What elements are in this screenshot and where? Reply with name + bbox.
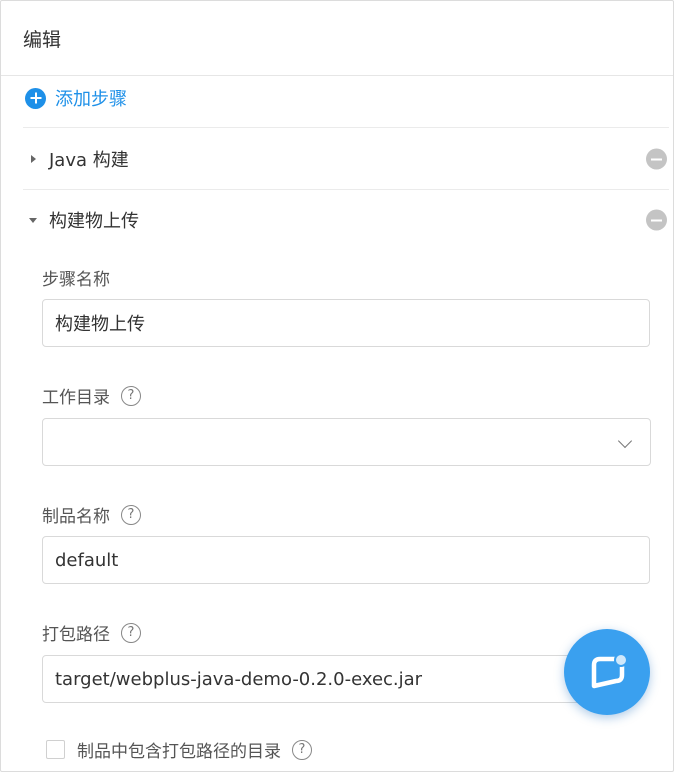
panel-title: 编辑 [23, 29, 62, 51]
minus-circle-icon[interactable] [646, 209, 667, 231]
package-path-input[interactable]: target/webplus-java-demo-0.2.0-exec.jar [42, 655, 582, 703]
chat-button[interactable] [564, 629, 650, 715]
caret-right-icon [31, 155, 36, 163]
include-dir-label: 制品中包含打包路径的目录 [77, 742, 281, 762]
artifact-name-input[interactable]: default [42, 536, 650, 584]
question-circle-icon[interactable]: ? [121, 504, 141, 525]
package-path-label-text: 打包路径 [42, 625, 110, 645]
chevron-down-icon [617, 433, 633, 449]
work-dir-label-text: 工作目录 [42, 388, 110, 408]
plus-circle-icon [25, 87, 46, 109]
panel-header: 编辑 [1, 1, 673, 76]
add-step-button[interactable]: 添加步骤 [25, 86, 127, 110]
step-name-label: 步骤名称 [42, 265, 110, 290]
step-name-input[interactable]: 构建物上传 [42, 299, 650, 347]
step-title: Java 构建 [49, 150, 129, 171]
add-step-label: 添加步骤 [55, 89, 127, 110]
minus-circle-icon[interactable] [646, 148, 667, 170]
step-row-artifact-upload[interactable]: 构建物上传 [23, 190, 669, 250]
step-name-value: 构建物上传 [55, 314, 145, 335]
artifact-name-value: default [55, 549, 119, 571]
step-title: 构建物上传 [49, 211, 139, 232]
step-name-label-text: 步骤名称 [42, 270, 110, 290]
include-dir-checkbox[interactable] [46, 740, 65, 759]
chat-bubble-icon [591, 653, 628, 689]
artifact-name-label: 制品名称 ? [42, 502, 141, 527]
question-circle-icon[interactable]: ? [292, 739, 312, 760]
question-circle-icon[interactable]: ? [121, 622, 141, 643]
edit-panel: 编辑 添加步骤 Java 构建 构建物上传 步骤名称 构建物上传 工作目录 ? … [0, 0, 674, 772]
work-dir-select[interactable] [42, 418, 651, 466]
package-path-label: 打包路径 ? [42, 620, 141, 645]
question-circle-icon[interactable]: ? [121, 385, 141, 406]
artifact-name-label-text: 制品名称 [42, 507, 110, 527]
work-dir-label: 工作目录 ? [42, 383, 141, 408]
caret-down-icon [29, 217, 37, 223]
package-path-value: target/webplus-java-demo-0.2.0-exec.jar [55, 668, 423, 690]
divider [23, 127, 669, 128]
include-dir-row: 制品中包含打包路径的目录 ? [46, 737, 312, 762]
step-row-java-build[interactable]: Java 构建 [23, 129, 669, 189]
